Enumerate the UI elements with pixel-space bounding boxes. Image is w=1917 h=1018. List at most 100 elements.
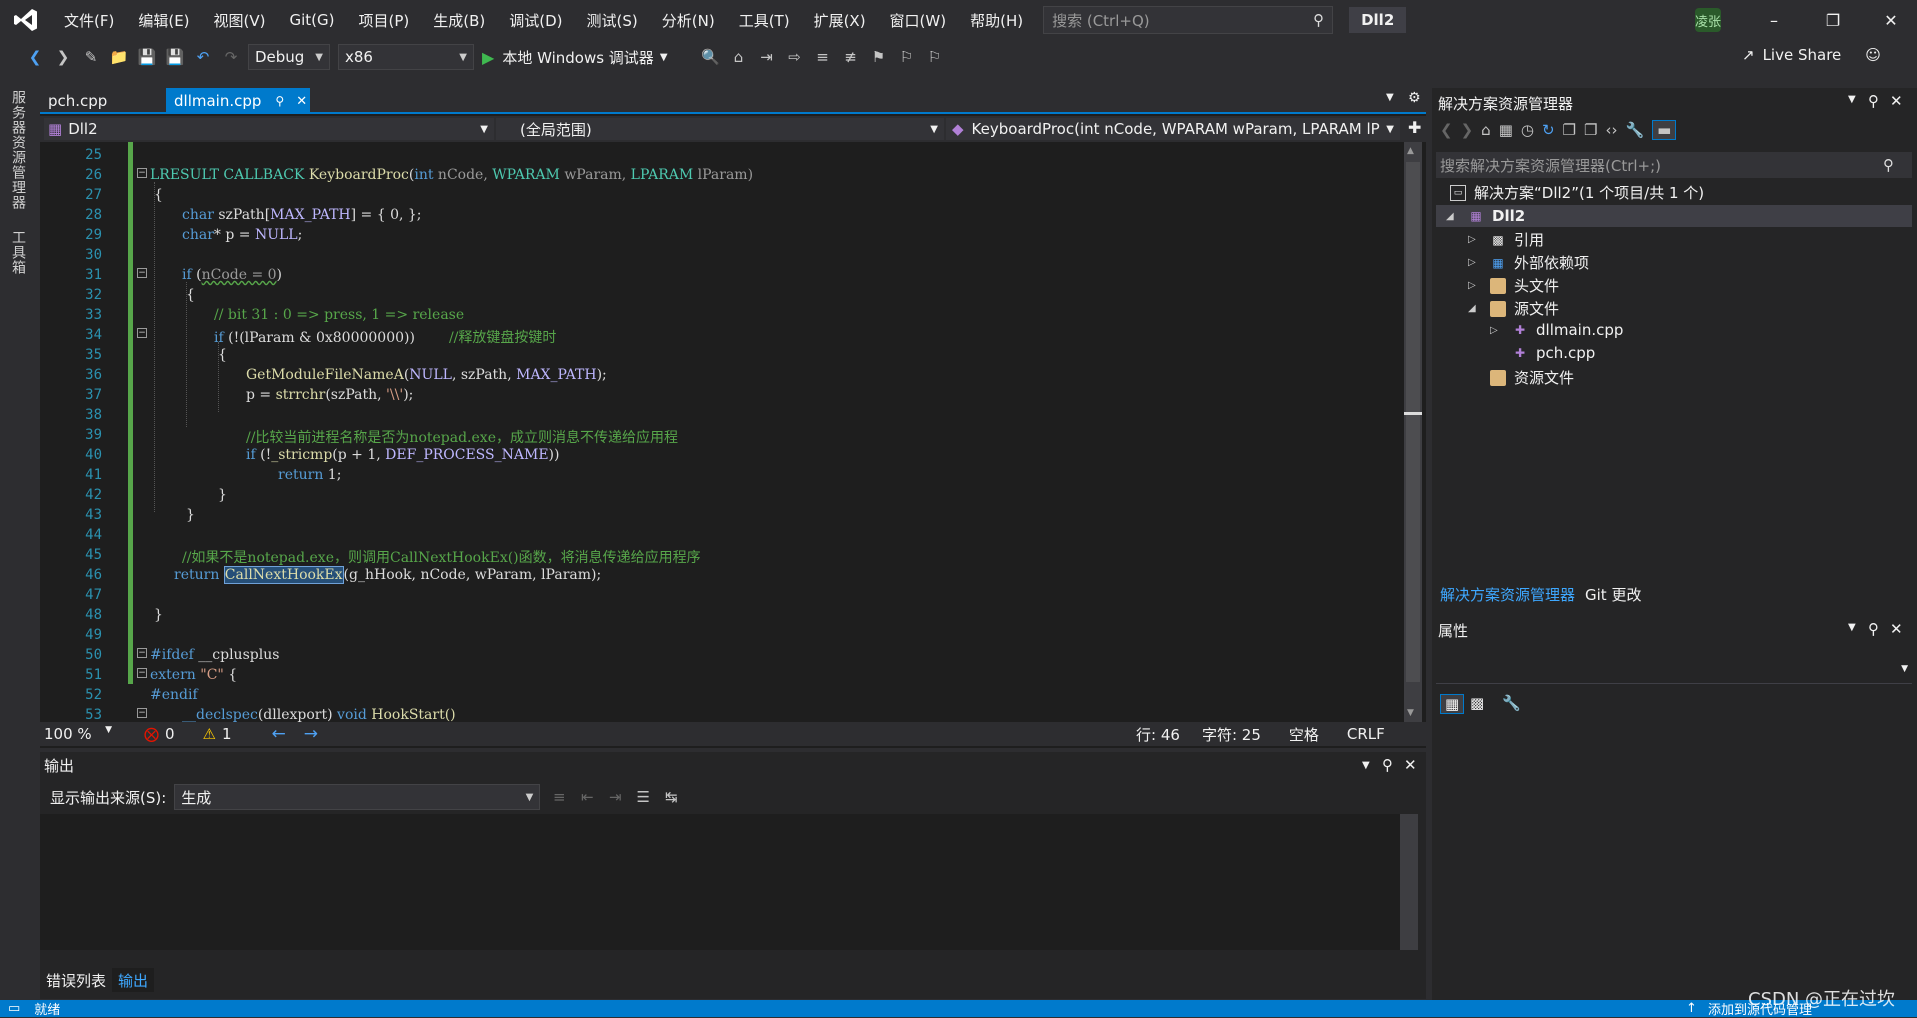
navigate-forward-icon[interactable]: → [304, 724, 318, 744]
project-dropdown[interactable]: ▦ Dll2 ▼ [44, 118, 494, 140]
navigate-back-icon[interactable]: ← [272, 724, 286, 744]
undo-icon[interactable]: ↶ [192, 46, 214, 68]
user-avatar[interactable]: 凌张 [1695, 8, 1721, 32]
search-icon[interactable]: ⚲ [1313, 11, 1324, 29]
fold-toggle[interactable]: − [137, 668, 147, 678]
fold-toggle[interactable]: − [137, 168, 147, 178]
tab-error-list[interactable]: 错误列表 [40, 968, 112, 992]
menu-extensions[interactable]: 扩展(X) [802, 10, 878, 31]
collapsed-arrow-icon[interactable]: ▷ [1468, 280, 1482, 291]
menu-test[interactable]: 测试(S) [575, 10, 650, 31]
minimize-icon[interactable]: – [1751, 0, 1797, 40]
panel-options-icon[interactable]: ▼ [1848, 94, 1856, 105]
word-wrap-icon[interactable]: ↹ [660, 786, 682, 808]
scroll-down-icon[interactable]: ▼ [1407, 708, 1414, 718]
properties-object-dropdown[interactable]: ▼ [1436, 658, 1912, 684]
expanded-arrow-icon[interactable]: ◢ [1446, 211, 1460, 222]
split-editor-icon[interactable]: ✚ [1408, 118, 1421, 137]
editor-vertical-scrollbar[interactable]: ▲ ▼ [1404, 142, 1422, 722]
fold-toggle[interactable]: − [137, 268, 147, 278]
tab-output[interactable]: 输出 [112, 968, 155, 992]
fold-toggle[interactable]: − [137, 328, 147, 338]
alphabetical-icon[interactable]: ▩ [1470, 694, 1484, 712]
next-message-icon[interactable]: ⇥ [604, 786, 626, 808]
step-icon[interactable]: ⇥ [756, 46, 778, 68]
output-text-area[interactable] [40, 814, 1418, 950]
scope-dropdown[interactable]: (全局范围) ▼ [496, 118, 944, 140]
tree-item-solution[interactable]: ▭ 解决方案“Dll2”(1 个项目/共 1 个) [1450, 182, 1704, 203]
search-icon[interactable]: ⚲ [1883, 156, 1894, 174]
new-project-icon[interactable]: ✎ [80, 46, 102, 68]
error-count[interactable]: 0 [165, 725, 175, 743]
pin-icon[interactable]: ⚲ [275, 94, 284, 108]
code-editor[interactable]: 25 26 27 28 29 30 31 32 33 34 35 36 37 38 39 40 41 42 43 44… [40, 142, 1400, 722]
code-view-icon[interactable]: ‹› [1605, 121, 1617, 139]
char-indicator[interactable]: 字符: 25 [1202, 724, 1261, 745]
indent-icon[interactable]: ⇨ [784, 46, 806, 68]
settings-gear-icon[interactable]: ⚙ [1408, 90, 1421, 106]
clear-all-icon[interactable]: ☰ [632, 786, 654, 808]
sync-icon[interactable]: ↻ [1542, 121, 1555, 139]
tree-item-source-files[interactable]: ◢ 源文件 [1468, 298, 1559, 319]
forward-icon[interactable]: ❯ [52, 46, 74, 68]
start-debugging-button[interactable]: ▶ 本地 Windows 调试器 ▼ [482, 47, 668, 68]
restore-icon[interactable]: ❐ [1810, 0, 1856, 40]
open-folder-icon[interactable]: 📁 [108, 46, 130, 68]
menu-build[interactable]: 生成(B) [421, 10, 497, 31]
menu-tools[interactable]: 工具(T) [727, 10, 802, 31]
tab-pch-cpp[interactable]: pch.cpp [40, 88, 160, 114]
menu-project[interactable]: 项目(P) [347, 10, 422, 31]
bookmark-icon[interactable]: ⚑ [868, 46, 890, 68]
comment-icon[interactable]: ≡ [812, 46, 834, 68]
output-vertical-scrollbar[interactable] [1400, 814, 1418, 950]
tree-item-resource-files[interactable]: 资源文件 [1490, 367, 1574, 388]
find-in-files-icon[interactable]: 🔍 [700, 46, 722, 68]
member-dropdown[interactable]: ◆ KeyboardProc(int nCode, WPARAM wParam,… [946, 118, 1400, 140]
menu-window[interactable]: 窗口(W) [878, 10, 959, 31]
prev-bookmark-icon[interactable]: ⚐ [896, 46, 918, 68]
menu-edit[interactable]: 编辑(E) [126, 10, 201, 31]
tab-solution-explorer[interactable]: 解决方案资源管理器 [1436, 584, 1579, 605]
pin-icon[interactable]: ⚲ [1382, 756, 1393, 774]
close-panel-icon[interactable]: ✕ [1404, 756, 1417, 774]
properties-wrench-icon[interactable]: 🔧 [1625, 121, 1644, 139]
home-icon[interactable]: ⌂ [728, 46, 750, 68]
line-indicator[interactable]: 行: 46 [1136, 724, 1180, 745]
menu-git[interactable]: Git(G) [278, 11, 347, 29]
find-message-icon[interactable]: ≡ [548, 786, 570, 808]
categorized-icon[interactable]: ▦ [1440, 694, 1465, 714]
uncomment-icon[interactable]: ≢ [840, 46, 862, 68]
close-panel-icon[interactable]: ✕ [1890, 92, 1903, 110]
collapsed-arrow-icon[interactable]: ▷ [1468, 234, 1482, 245]
fold-toggle[interactable]: − [137, 708, 147, 718]
collapse-all-icon[interactable]: ❐ [1563, 121, 1576, 139]
close-tab-icon[interactable]: ✕ [296, 94, 307, 109]
toolbox-tab[interactable]: 工具箱 [8, 230, 28, 275]
selected-text[interactable]: CallNextHookEx [223, 566, 344, 584]
menu-debug[interactable]: 调试(D) [497, 10, 574, 31]
collapsed-arrow-icon[interactable]: ▷ [1468, 257, 1482, 268]
output-source-dropdown[interactable]: 生成 ▼ [174, 784, 541, 810]
zoom-dropdown[interactable]: 100 % ▼ [40, 725, 112, 743]
preview-selected-icon[interactable]: ▬ [1652, 120, 1677, 140]
property-pages-icon[interactable]: 🔧 [1502, 694, 1521, 712]
save-all-icon[interactable]: 💾 [164, 46, 186, 68]
home-icon[interactable]: ⌂ [1481, 121, 1491, 139]
configuration-dropdown[interactable]: Debug ▼ [248, 44, 330, 70]
feedback-icon[interactable]: ☺ [1865, 46, 1881, 64]
back-icon[interactable]: ❮ [24, 46, 46, 68]
show-all-files-icon[interactable]: ❐ [1584, 121, 1597, 139]
close-panel-icon[interactable]: ✕ [1890, 620, 1903, 638]
warning-icon[interactable]: ⚠ [203, 725, 216, 743]
tab-overflow-icon[interactable]: ▼ [1386, 92, 1394, 103]
pin-icon[interactable]: ⚲ [1868, 620, 1879, 638]
pin-icon[interactable]: ⚲ [1868, 92, 1879, 110]
tree-item-dllmain-cpp[interactable]: ▷ ✚ dllmain.cpp [1490, 321, 1623, 339]
tree-item-external-deps[interactable]: ▷ ▦ 外部依赖项 [1468, 252, 1589, 273]
menu-analyze[interactable]: 分析(N) [650, 10, 727, 31]
error-icon[interactable]: ⨂ [144, 725, 159, 743]
forward-icon[interactable]: ❯ [1461, 121, 1474, 139]
pending-changes-icon[interactable]: ◷ [1521, 121, 1534, 139]
tree-item-references[interactable]: ▷ ▩ 引用 [1468, 229, 1544, 250]
back-icon[interactable]: ❮ [1440, 121, 1453, 139]
